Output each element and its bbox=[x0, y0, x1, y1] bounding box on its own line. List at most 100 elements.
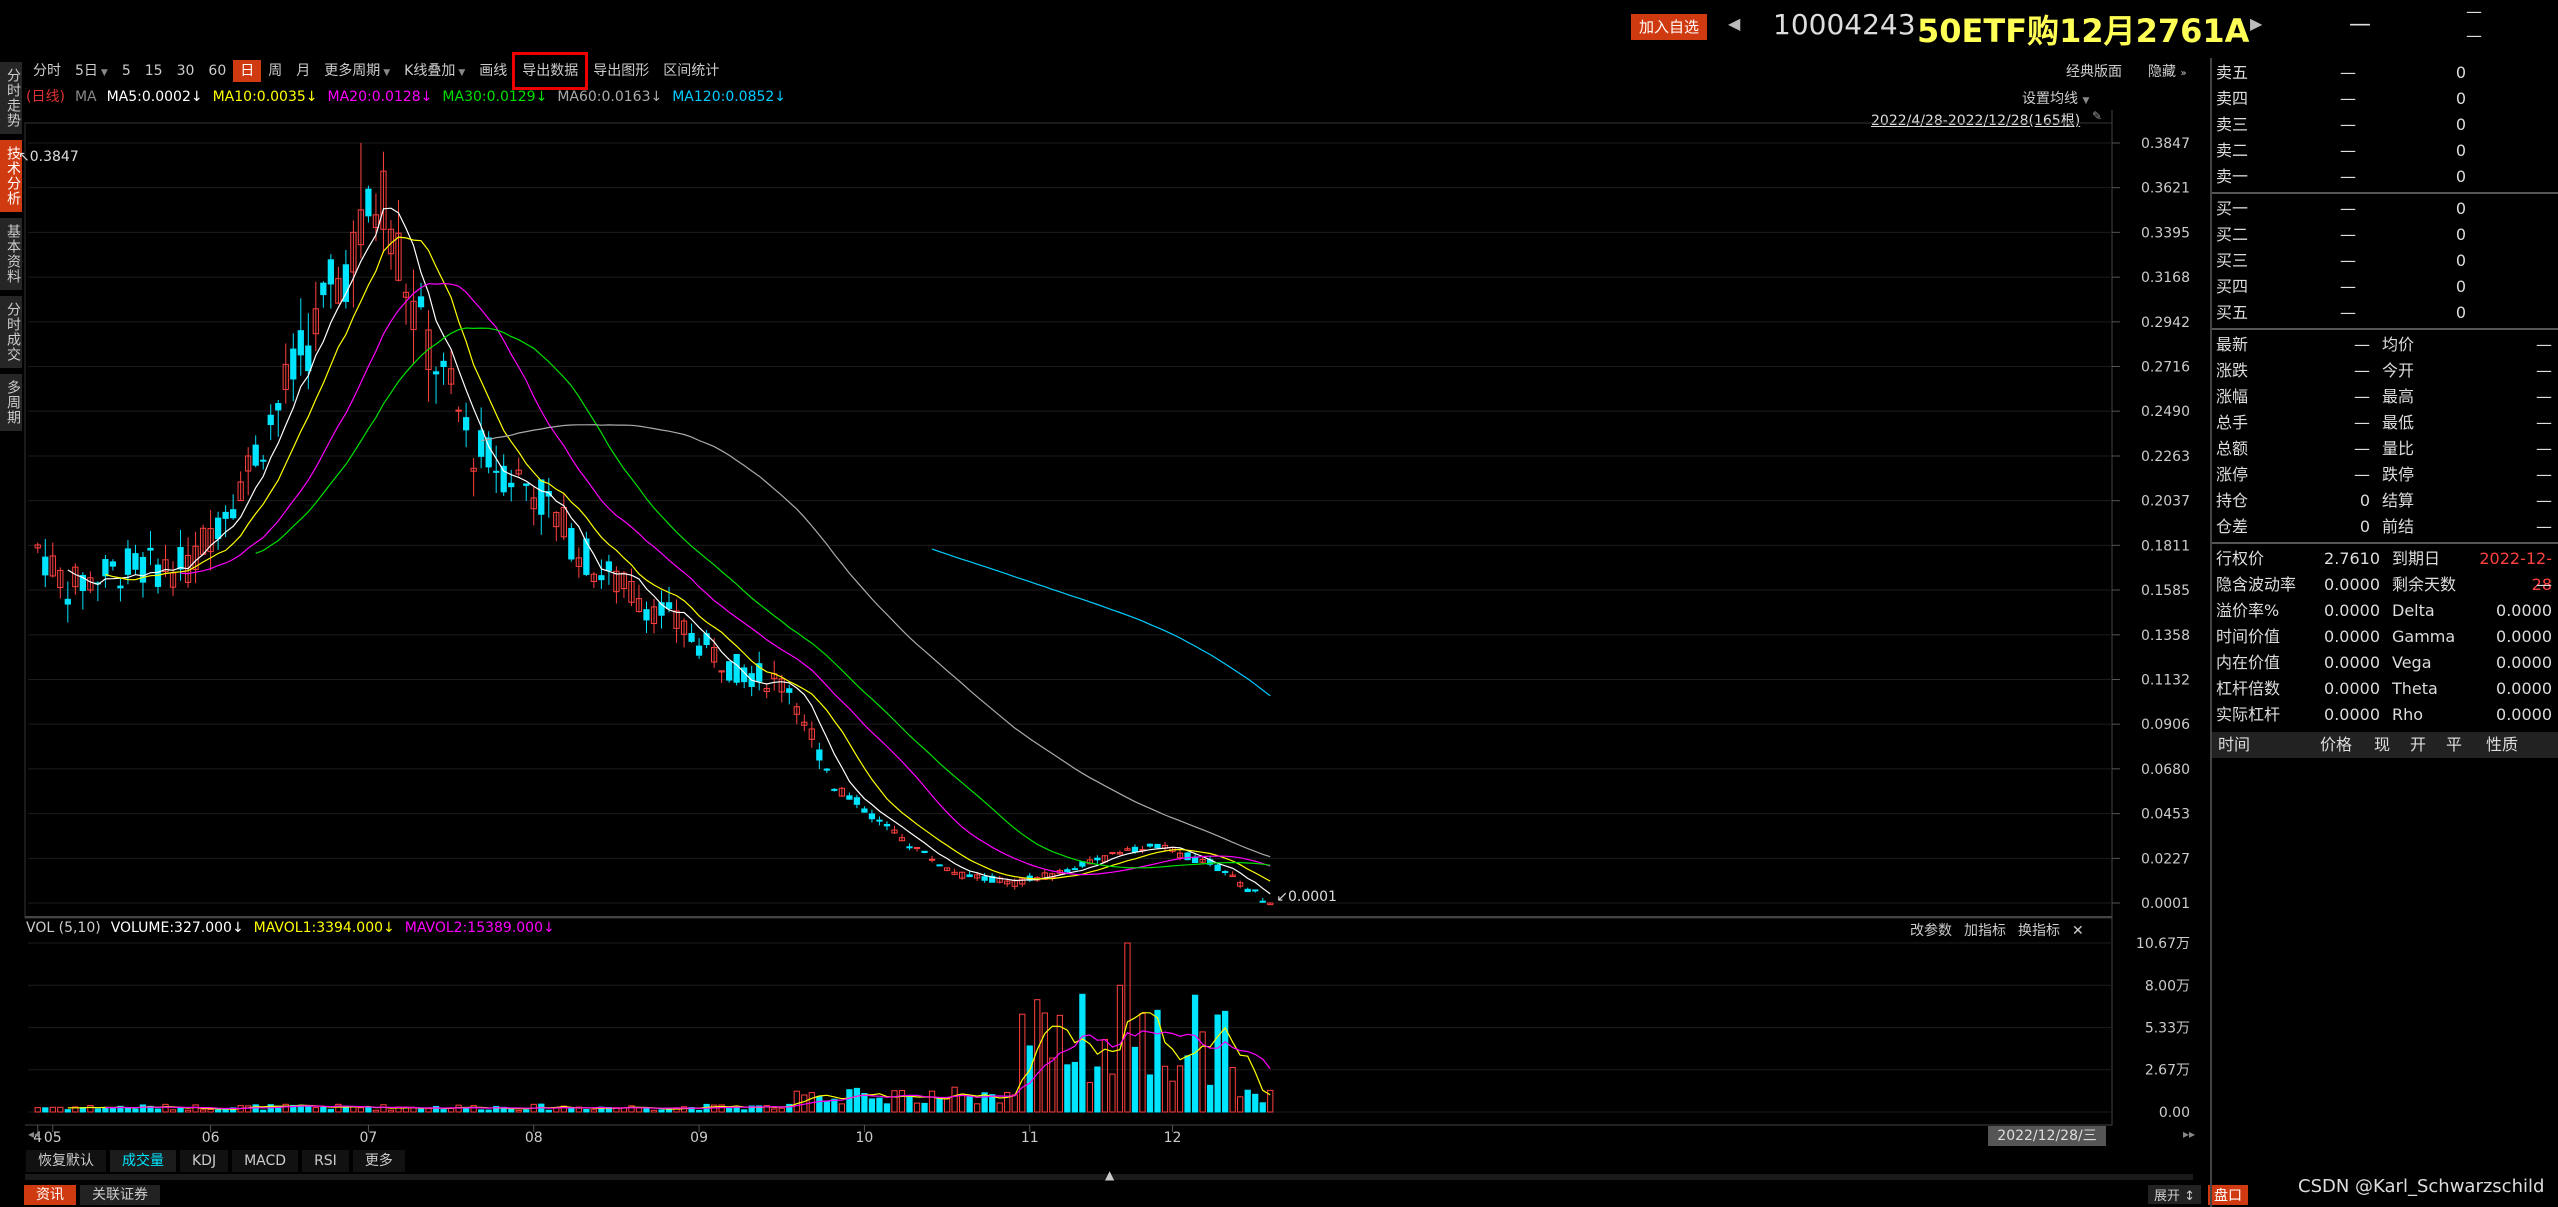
candle-body bbox=[831, 788, 838, 791]
volume-bar bbox=[1146, 1074, 1154, 1113]
orderbook-row: 卖四 — 0 bbox=[2212, 86, 2558, 112]
indicator-tab-5[interactable]: 更多 bbox=[352, 1150, 405, 1172]
expand-button[interactable]: 展开 ↕ bbox=[2148, 1185, 2202, 1204]
volume-bar bbox=[831, 1098, 838, 1113]
orderbook-label: 买四 bbox=[2216, 277, 2249, 296]
scroll-left-icon[interactable]: ◂◂ bbox=[28, 1127, 40, 1141]
footer-tab-0[interactable]: 资讯 bbox=[24, 1185, 76, 1205]
orderbook-volume: 0 bbox=[2455, 63, 2466, 82]
candle-body bbox=[42, 556, 49, 576]
volume-bar bbox=[1094, 1066, 1101, 1113]
volume-bar bbox=[260, 1109, 267, 1113]
quote-value: — bbox=[2536, 465, 2552, 484]
quote-value: — bbox=[2536, 575, 2552, 594]
footer-tab-1[interactable]: 关联证券 bbox=[80, 1185, 160, 1205]
indicator-tab-4[interactable]: RSI bbox=[302, 1150, 349, 1172]
scroll-handle-icon[interactable]: ▲ bbox=[1105, 1168, 1114, 1182]
volume-bar bbox=[876, 1097, 883, 1113]
candle-body bbox=[786, 688, 793, 693]
orderbook-row: 卖一 — 0 bbox=[2212, 164, 2558, 190]
volume-bar bbox=[974, 1103, 981, 1113]
volume-bar bbox=[898, 1089, 906, 1113]
candle-body bbox=[936, 864, 943, 867]
date-tick-label: 09 bbox=[690, 1130, 708, 1146]
orderbook-price: — bbox=[2340, 63, 2356, 82]
date-tick-label: 12 bbox=[1164, 1130, 1182, 1146]
candle-body bbox=[132, 553, 139, 570]
candle-body bbox=[305, 345, 312, 372]
option-divider bbox=[2212, 542, 2558, 544]
quote-row: 涨幅 — 最高 — bbox=[2212, 384, 2558, 410]
volume-bar bbox=[357, 1107, 365, 1113]
orderbook-buy: 买一 — 0 买二 — 0 买三 — 0 买四 — 0 买五 — 0 bbox=[2212, 196, 2558, 326]
volume-bar bbox=[726, 1108, 733, 1113]
quote-row: 杠杆倍数 0.0000 Theta 0.0000 bbox=[2212, 676, 2558, 702]
volume-bar bbox=[440, 1109, 447, 1113]
ma120-line bbox=[931, 548, 1271, 697]
quote-label: 溢价率% bbox=[2216, 601, 2280, 620]
indicator-tab-2[interactable]: KDJ bbox=[180, 1150, 229, 1172]
volume-bar bbox=[478, 1109, 485, 1113]
candle-body bbox=[478, 430, 485, 457]
quote-label: 到期日 bbox=[2392, 549, 2441, 568]
quote-row: 涨停 — 跌停 — bbox=[2212, 462, 2558, 488]
quote-value: 2022-12-28 bbox=[2479, 549, 2552, 594]
volume-legend-item: VOLUME:327.000↓ bbox=[110, 920, 244, 936]
quote-value: 0.0000 bbox=[2324, 575, 2380, 594]
indicator-tab-1[interactable]: 成交量 bbox=[110, 1150, 176, 1172]
candle-body bbox=[966, 874, 973, 878]
candle-body bbox=[252, 444, 259, 466]
price-tick-label: 0.1132 bbox=[2141, 673, 2190, 689]
volume-bar bbox=[793, 1090, 800, 1113]
volume-bar bbox=[943, 1098, 951, 1113]
quote-label: 总额 bbox=[2216, 439, 2249, 458]
date-tick-label: 07 bbox=[360, 1130, 378, 1146]
candle-body bbox=[1222, 870, 1229, 873]
candle-body bbox=[883, 823, 891, 827]
volume-bar bbox=[966, 1095, 973, 1113]
volume-bar bbox=[425, 1108, 432, 1113]
price-tick-label: 0.3621 bbox=[2141, 181, 2190, 197]
indicator-tab-3[interactable]: MACD bbox=[232, 1150, 299, 1172]
candle-body bbox=[432, 371, 440, 375]
volume-bar bbox=[222, 1109, 229, 1113]
quote-row: 仓差 0 前结 — bbox=[2212, 514, 2558, 540]
quote-row: 溢价率% 0.0000 Delta 0.0000 bbox=[2212, 598, 2558, 624]
indicator-tab-0[interactable]: 恢复默认 bbox=[26, 1150, 106, 1172]
quote-label: Delta bbox=[2392, 601, 2435, 620]
orderbook-label: 买五 bbox=[2216, 303, 2249, 322]
volume-bar bbox=[154, 1108, 162, 1113]
volume-bar bbox=[320, 1106, 327, 1113]
volume-bar bbox=[1079, 993, 1086, 1113]
orderbook-label: 卖三 bbox=[2216, 115, 2249, 134]
volume-button-1[interactable]: 加指标 bbox=[1964, 923, 2006, 939]
volume-bar bbox=[913, 1102, 921, 1113]
candle-body bbox=[643, 609, 650, 621]
volume-bar bbox=[169, 1109, 177, 1113]
quote-label: 涨停 bbox=[2216, 465, 2249, 484]
volume-bar bbox=[192, 1104, 199, 1113]
kline-chart[interactable]: ↙0.0001 0.3847 0.3621 0.3395 0.3168 0.2942 0.… bbox=[0, 0, 2558, 1207]
quote-label: 仓差 bbox=[2216, 517, 2249, 536]
volume-bar bbox=[650, 1109, 658, 1113]
scroll-right-icon[interactable]: ▸▸ bbox=[2183, 1127, 2195, 1141]
orderbook-volume: 0 bbox=[2455, 225, 2466, 244]
candle-body bbox=[109, 561, 117, 567]
volume-bar bbox=[695, 1109, 703, 1113]
orderbook-price: — bbox=[2340, 303, 2356, 322]
volume-bar bbox=[1086, 1082, 1094, 1113]
candle-body bbox=[876, 819, 883, 822]
volume-bar bbox=[1139, 1012, 1146, 1113]
candle-body bbox=[906, 846, 913, 849]
date-box: 2022/12/28/三 bbox=[1988, 1126, 2106, 1146]
volume-button-0[interactable]: 改参数 bbox=[1910, 923, 1952, 939]
volume-bar bbox=[312, 1107, 319, 1113]
orderbook-row: 卖五 — 0 bbox=[2212, 60, 2558, 86]
volume-button-2[interactable]: 换指标 bbox=[2018, 923, 2060, 939]
volume-legend-item: MAVOL2:15389.000↓ bbox=[404, 920, 555, 936]
quote-row: 行权价 2.7610 到期日 2022-12-28 bbox=[2212, 546, 2558, 594]
volume-tick-label: 5.33万 bbox=[2145, 1021, 2190, 1037]
volume-bar bbox=[906, 1096, 913, 1113]
quote-value: — bbox=[2354, 413, 2370, 432]
close-icon[interactable]: ✕ bbox=[2072, 923, 2084, 939]
